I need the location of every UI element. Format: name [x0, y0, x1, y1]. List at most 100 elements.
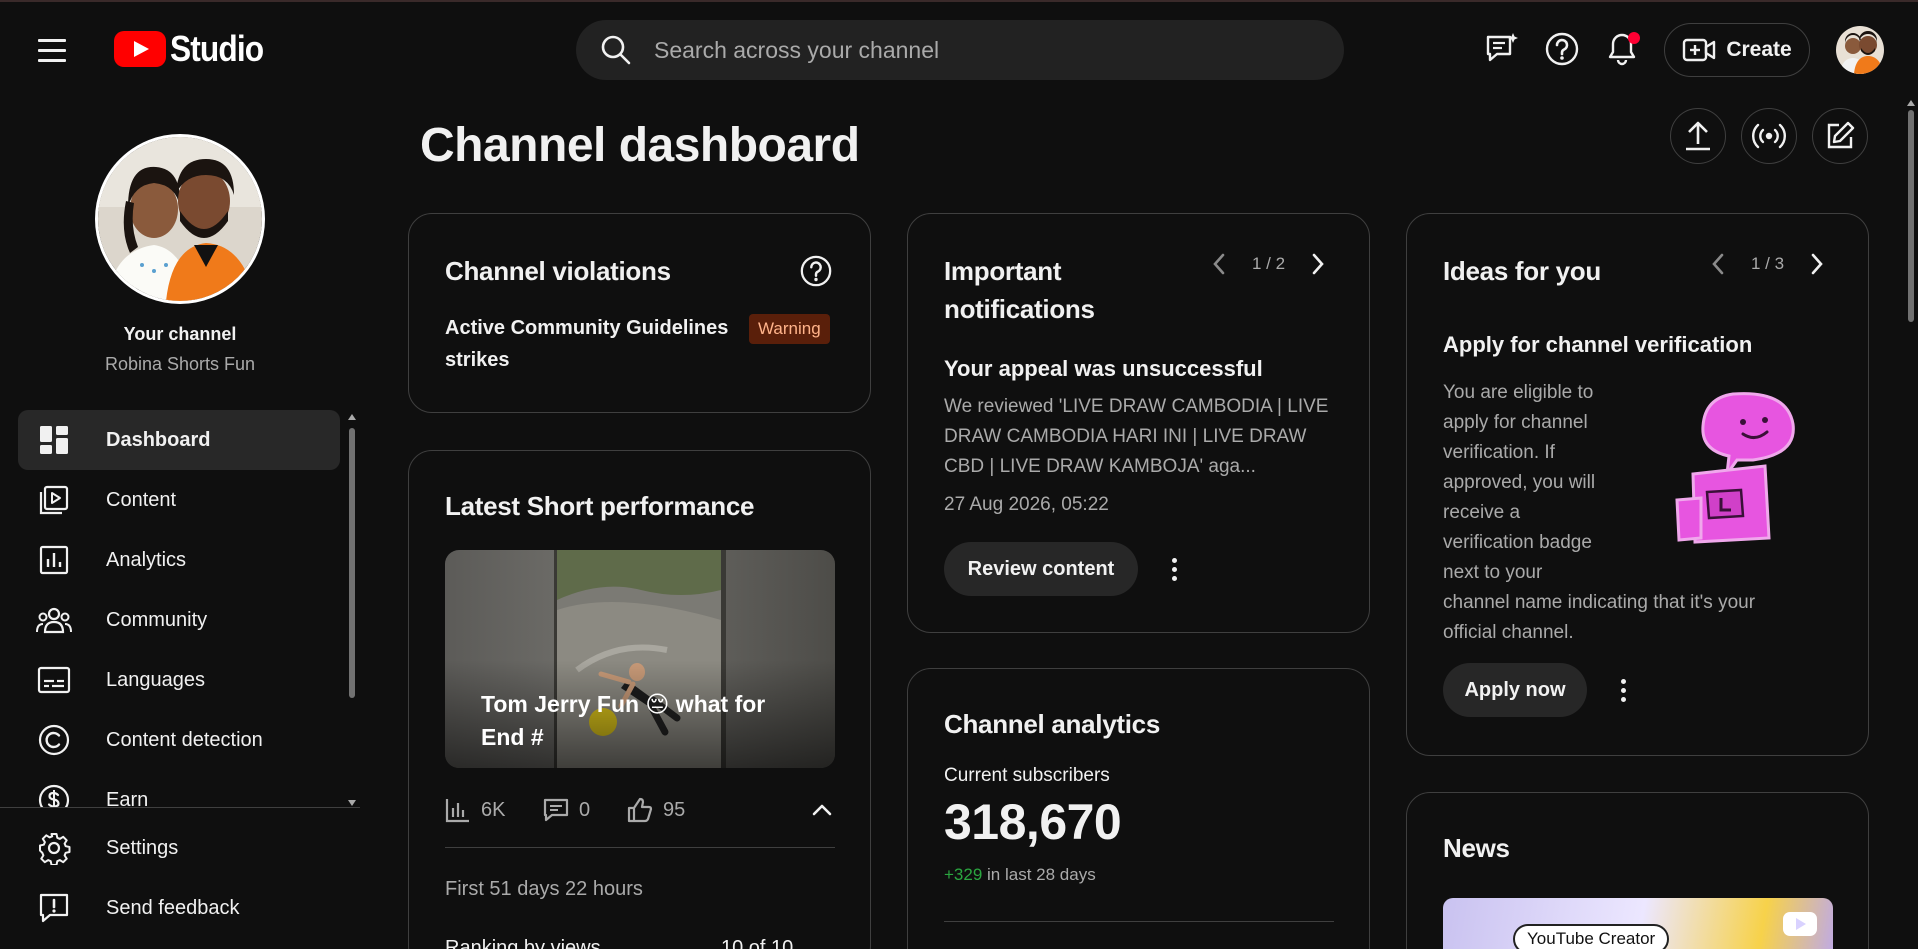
main-scrollbar[interactable] — [1906, 100, 1916, 949]
sidebar-item-community[interactable]: Community — [18, 590, 340, 650]
edit-pencil-icon — [1827, 121, 1855, 149]
channel-avatar[interactable] — [95, 134, 265, 304]
news-banner[interactable]: YouTube Creator — [1443, 898, 1833, 949]
studio-logo[interactable]: Studio — [114, 28, 276, 70]
main-scroll-thumb[interactable] — [1908, 110, 1914, 322]
comment-icon — [543, 798, 569, 822]
apply-now-button[interactable]: Apply now — [1443, 663, 1587, 717]
thumbs-up-icon — [627, 797, 653, 823]
upload-button[interactable] — [1670, 108, 1726, 164]
upload-icon — [1686, 121, 1710, 151]
sidebar-item-analytics[interactable]: Analytics — [18, 530, 340, 590]
sidebar-scrollbar[interactable] — [348, 414, 356, 806]
collapse-chevron-up-icon[interactable] — [809, 797, 835, 828]
chevron-right-icon[interactable] — [1303, 250, 1331, 278]
notifications-pager: 1 / 2 — [1206, 250, 1331, 278]
help-icon[interactable] — [1542, 29, 1582, 69]
short-title: Latest Short performance — [445, 491, 755, 521]
latest-short-card: Latest Short performance Tom Jerry Fun 😔… — [408, 450, 871, 949]
notification-heading: Your appeal was unsuccessful — [944, 356, 1263, 381]
short-video-title: Tom Jerry Fun 😔 what for End # — [481, 691, 766, 750]
comments-stat: 0 — [543, 797, 590, 823]
search-bar[interactable] — [576, 20, 1344, 80]
search-input[interactable] — [654, 36, 1294, 64]
video-add-icon — [1683, 38, 1716, 62]
views-chart-icon — [445, 799, 469, 823]
sidebar-item-send-feedback[interactable]: Send feedback — [18, 878, 340, 938]
sidebar-item-dashboard[interactable]: Dashboard — [18, 410, 340, 470]
likes-count: 95 — [663, 798, 686, 821]
violations-text[interactable]: Active Community Guidelines strikes — [445, 312, 735, 376]
create-label: Create — [1726, 38, 1792, 61]
content-icon — [36, 482, 72, 518]
more-vert-icon[interactable] — [1609, 670, 1637, 710]
news-banner-text: YouTube Creator — [1513, 924, 1670, 949]
subscribers-label: Current subscribers — [944, 765, 1110, 786]
scroll-up-arrow-icon[interactable] — [348, 414, 356, 420]
notifications-bell-icon[interactable] — [1602, 29, 1642, 69]
sidebar-divider — [0, 807, 360, 808]
subscribers-count: 318,670 — [944, 794, 1122, 850]
sidebar-item-label: Community — [106, 608, 208, 631]
ranking-value: 10 of 10 — [721, 937, 794, 949]
short-period: First 51 days 22 hours — [445, 878, 643, 900]
scroll-down-arrow-icon[interactable] — [348, 800, 356, 806]
chevron-left-icon[interactable] — [1705, 250, 1733, 278]
violations-help-icon[interactable] — [799, 254, 833, 293]
your-channel-label: Your channel — [123, 324, 237, 344]
review-content-button[interactable]: Review content — [944, 542, 1138, 596]
violations-title: Channel violations — [445, 256, 671, 286]
dashboard-icon — [36, 422, 72, 458]
views-stat: 6K — [445, 797, 505, 823]
analytics-divider — [944, 921, 1334, 922]
analytics-title: Channel analytics — [944, 709, 1160, 739]
channel-violations-card: Channel violations Active Community Guid… — [408, 213, 871, 413]
account-avatar[interactable] — [1836, 26, 1884, 74]
sidebar-item-content[interactable]: Content — [18, 470, 340, 530]
sidebar: Your channel Robina Shorts Fun Dashboard… — [0, 96, 360, 949]
scroll-up-arrow-icon[interactable] — [1907, 100, 1915, 106]
analytics-icon — [36, 542, 72, 578]
sidebar-item-label: Analytics — [106, 548, 187, 571]
community-icon — [36, 602, 72, 638]
stats-divider — [445, 847, 835, 848]
sidebar-item-earn[interactable]: Earn — [18, 770, 340, 808]
notification-date: 27 Aug 2026, 05:22 — [944, 494, 1109, 515]
go-live-button[interactable] — [1741, 108, 1797, 164]
search-icon — [601, 35, 631, 65]
delta-value: +329 — [944, 865, 983, 884]
logo-text: Studio — [170, 28, 264, 69]
ideas-title: Ideas for you — [1443, 256, 1601, 286]
youtube-play-icon — [1783, 912, 1817, 936]
more-vert-icon[interactable] — [1160, 549, 1188, 589]
chevron-right-icon[interactable] — [1802, 250, 1830, 278]
sidebar-item-content-detection[interactable]: Content detection — [18, 710, 340, 770]
create-post-button[interactable] — [1812, 108, 1868, 164]
news-title: News — [1443, 833, 1510, 863]
important-notifications-card: Important notifications 1 / 2 Your appea… — [907, 213, 1370, 633]
comments-count: 0 — [579, 798, 591, 821]
notification-body: We reviewed 'LIVE DRAW CAMBODIA | LIVE D… — [944, 396, 1329, 477]
create-button[interactable]: Create — [1664, 23, 1810, 77]
languages-icon — [36, 662, 72, 698]
sidebar-item-settings[interactable]: Settings — [18, 818, 340, 878]
page-title: Channel dashboard — [420, 119, 860, 172]
warning-badge: Warning — [749, 314, 830, 344]
sidebar-bottom-nav: Settings Send feedback — [18, 818, 340, 938]
short-thumbnail[interactable]: Tom Jerry Fun 😔 what for End # — [445, 550, 835, 768]
feedback-sparkle-icon[interactable] — [1482, 29, 1522, 69]
top-header: Studio Create — [0, 2, 1918, 96]
youtube-play-icon — [114, 31, 166, 67]
ideas-page-indicator: 1 / 3 — [1751, 254, 1785, 273]
live-broadcast-icon — [1752, 123, 1786, 149]
chevron-left-icon[interactable] — [1206, 250, 1234, 278]
menu-icon[interactable] — [38, 32, 74, 68]
sidebar-scroll-thumb[interactable] — [349, 428, 355, 698]
notifications-title: Important notifications — [944, 256, 1095, 324]
likes-stat: 95 — [627, 797, 685, 823]
ideas-pager: 1 / 3 — [1705, 250, 1830, 278]
sidebar-item-label: Earn — [106, 788, 149, 809]
idea-heading: Apply for channel verification — [1443, 332, 1753, 357]
delta-suffix: in last 28 days — [987, 865, 1096, 884]
sidebar-item-languages[interactable]: Languages — [18, 650, 340, 710]
